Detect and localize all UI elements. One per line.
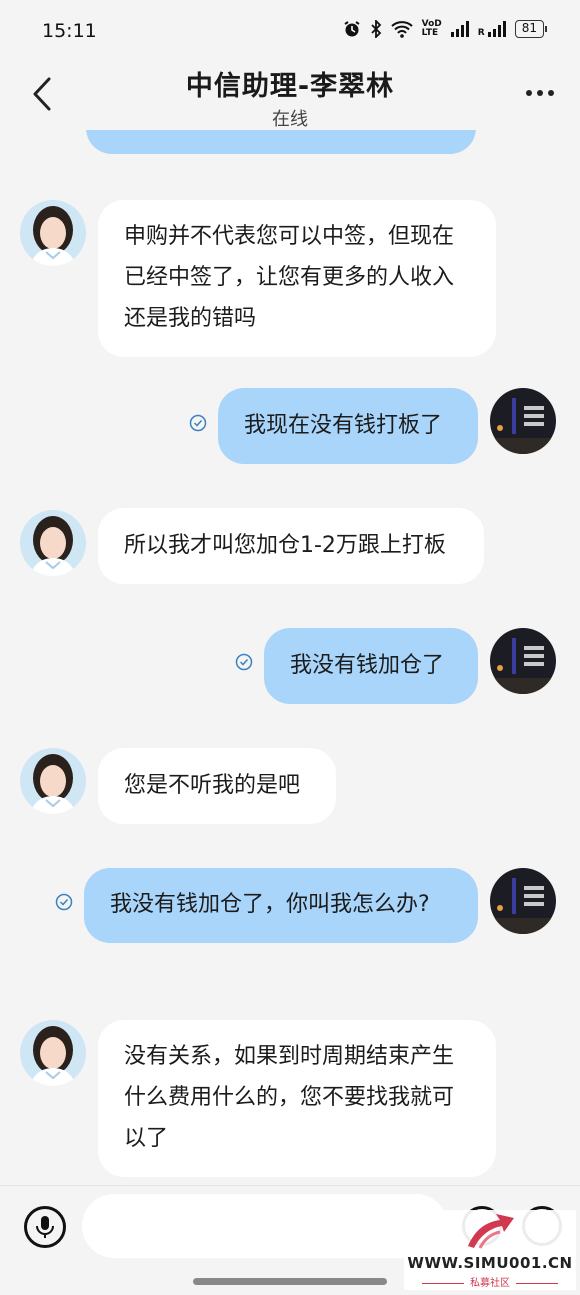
previous-message-bubble xyxy=(86,130,476,154)
voice-input-button[interactable] xyxy=(24,1206,66,1248)
battery-indicator: 81 xyxy=(514,20,548,38)
wifi-icon xyxy=(390,21,413,38)
contact-avatar-image xyxy=(20,200,86,266)
user-avatar-image xyxy=(490,388,556,454)
roaming-label: R xyxy=(477,28,485,38)
incoming-message[interactable]: 所以我才叫您加仓1-2万跟上打板 xyxy=(98,508,484,584)
signal-icon-1 xyxy=(450,21,469,37)
contact-avatar[interactable] xyxy=(20,510,86,576)
outgoing-message[interactable]: 我没有钱加仓了，你叫我怎么办? xyxy=(84,868,478,943)
read-check-icon xyxy=(189,414,207,432)
message-input[interactable] xyxy=(82,1194,448,1258)
bluetooth-icon xyxy=(371,20,381,38)
contact-avatar[interactable] xyxy=(20,1020,86,1086)
online-status: 在线 xyxy=(272,109,308,130)
watermark-tagline: 私募社区 xyxy=(404,1274,576,1289)
contact-avatar[interactable] xyxy=(20,748,86,814)
volte-label: VoD LTE xyxy=(422,20,442,38)
contact-avatar-image xyxy=(20,748,86,814)
incoming-message[interactable]: 没有关系，如果到时周期结束产生什么费用什么的，您不要找我就可以了 xyxy=(98,1020,496,1177)
status-bar: 15:11 VoD LTE R 81 xyxy=(0,0,580,64)
user-avatar[interactable] xyxy=(490,388,556,454)
watermark-site: WWW.SIMU001.CN xyxy=(407,1254,573,1272)
read-check-icon xyxy=(235,653,253,671)
user-avatar[interactable] xyxy=(490,628,556,694)
contact-avatar[interactable] xyxy=(20,200,86,266)
more-options-icon[interactable] xyxy=(526,90,554,96)
user-avatar[interactable] xyxy=(490,868,556,934)
volte-bottom: LTE xyxy=(421,28,439,38)
microphone-icon xyxy=(36,1216,54,1238)
outgoing-message[interactable]: 我没有钱加仓了 xyxy=(264,628,478,704)
contact-avatar-image xyxy=(20,1020,86,1086)
message-list[interactable]: 申购并不代表您可以中签，但现在已经中签了，让您有更多的人收入还是我的错吗 我现在… xyxy=(0,130,580,1185)
contact-name: 中信助理-李翠林 xyxy=(185,71,395,102)
read-check-icon xyxy=(55,893,73,911)
signal-icon-2 xyxy=(487,21,506,37)
user-avatar-image xyxy=(490,868,556,934)
status-time: 15:11 xyxy=(42,20,97,42)
status-icons: VoD LTE R 81 xyxy=(343,20,548,38)
incoming-message[interactable]: 申购并不代表您可以中签，但现在已经中签了，让您有更多的人收入还是我的错吗 xyxy=(98,200,496,357)
alarm-icon xyxy=(344,21,360,37)
watermark: WWW.SIMU001.CN 私募社区 xyxy=(404,1210,576,1290)
contact-avatar-image xyxy=(20,510,86,576)
chat-header: 中信助理-李翠林 在线 xyxy=(0,60,580,130)
outgoing-message[interactable]: 我现在没有钱打板了 xyxy=(218,388,478,464)
user-avatar-image xyxy=(490,628,556,694)
incoming-message[interactable]: 您是不听我的是吧 xyxy=(98,748,336,824)
home-indicator[interactable] xyxy=(193,1278,387,1285)
simu-logo-icon xyxy=(468,1214,514,1249)
